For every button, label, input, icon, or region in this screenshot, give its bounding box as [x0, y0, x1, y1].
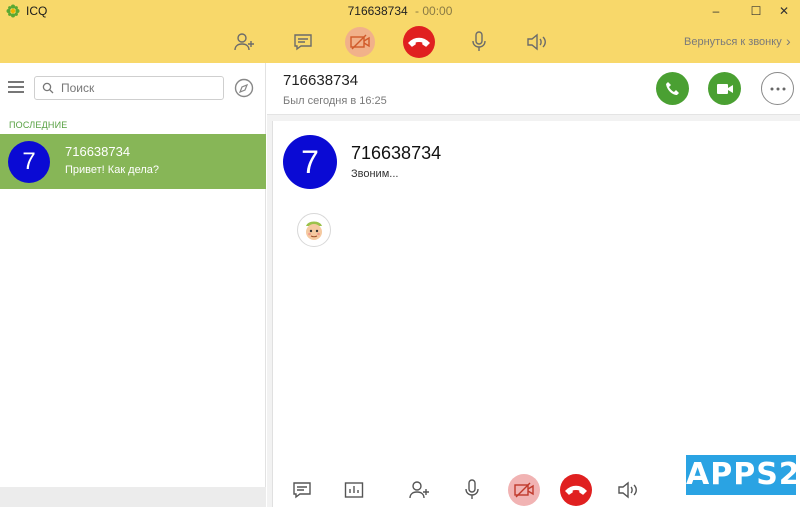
add-user-icon — [234, 33, 254, 51]
hang-up-bottom-button[interactable] — [560, 474, 592, 506]
chat-icon — [294, 34, 312, 51]
return-to-call-link[interactable]: Вернуться к звонку — [684, 36, 782, 48]
add-participant-bottom-button[interactable] — [405, 475, 435, 505]
camera-off-bottom-button[interactable] — [508, 474, 540, 506]
speaker-button[interactable] — [522, 27, 552, 57]
video-camera-icon — [716, 83, 733, 94]
add-user-icon — [409, 481, 429, 499]
hang-up-icon — [408, 37, 430, 47]
icq-flower-icon — [6, 4, 20, 18]
chevron-right-icon[interactable]: › — [786, 33, 791, 49]
search-box[interactable] — [34, 76, 224, 100]
voice-call-button[interactable] — [656, 72, 689, 105]
chat-button[interactable] — [288, 27, 318, 57]
window-title-contact: 716638734 — [347, 4, 408, 18]
compass-icon[interactable] — [234, 78, 254, 98]
call-toolbar: ICQ 716638734 - 00:00 – ☐ ✕ Вернуться к … — [0, 0, 800, 63]
phone-icon — [665, 81, 679, 95]
sidebar: ПОСЛЕДНИЕ 7 716638734 Привет! Как дела? — [0, 63, 266, 507]
sticker-message[interactable] — [297, 213, 331, 247]
contact-list-item[interactable]: 7 716638734 Привет! Как дела? — [0, 134, 266, 189]
chat-toggle-button[interactable] — [287, 475, 317, 505]
chat-panel: 716638734 Был сегодня в 16:25 7 71663873… — [267, 63, 800, 507]
search-input[interactable] — [61, 80, 217, 96]
menu-icon[interactable] — [8, 81, 24, 93]
more-dots-icon — [770, 87, 785, 90]
call-status: Звоним... — [351, 168, 399, 180]
camera-off-icon — [514, 482, 534, 498]
apps24-watermark: APPS24 — [686, 455, 800, 495]
speaker-bottom-button[interactable] — [613, 475, 643, 505]
chat-area: 7 716638734 Звоним... — [272, 121, 800, 507]
chat-contact-name: 716638734 — [283, 72, 359, 89]
recent-section-label: ПОСЛЕДНИЕ — [9, 120, 68, 130]
video-call-button[interactable] — [708, 72, 741, 105]
microphone-icon — [465, 479, 479, 499]
hang-up-icon — [565, 485, 587, 495]
add-participant-button[interactable] — [230, 27, 260, 57]
hang-up-button[interactable] — [403, 26, 435, 58]
sticker-face-icon — [306, 221, 322, 240]
app-name: ICQ — [26, 4, 48, 18]
call-timer-value: 00:00 — [422, 4, 453, 18]
microphone-button[interactable] — [464, 27, 494, 57]
contact-last-message: Привет! Как дела? — [65, 164, 160, 176]
chat-header: 716638734 Был сегодня в 16:25 — [267, 63, 800, 115]
speaker-icon — [618, 481, 637, 499]
more-options-button[interactable] — [761, 72, 794, 105]
close-button[interactable]: ✕ — [768, 0, 800, 22]
bar-chart-icon — [344, 482, 364, 498]
stats-button[interactable] — [339, 475, 369, 505]
microphone-icon — [472, 31, 486, 51]
camera-off-button[interactable] — [345, 27, 375, 57]
call-contact-name: 716638734 — [351, 143, 442, 163]
window-title: 716638734 - 00:00 — [0, 4, 800, 18]
sidebar-footer — [0, 487, 266, 507]
speaker-icon — [527, 33, 546, 51]
call-timer: - 00:00 — [411, 4, 453, 18]
search-icon — [42, 82, 54, 94]
camera-off-icon — [350, 34, 370, 50]
call-avatar: 7 — [283, 135, 337, 189]
contact-avatar: 7 — [8, 141, 50, 183]
icq-window: ICQ 716638734 - 00:00 – ☐ ✕ Вернуться к … — [0, 0, 800, 507]
minimize-button[interactable]: – — [696, 0, 736, 22]
contact-name: 716638734 — [65, 144, 131, 159]
microphone-bottom-button[interactable] — [457, 475, 487, 505]
chat-contact-status: Был сегодня в 16:25 — [283, 95, 387, 107]
chat-icon — [293, 482, 311, 499]
